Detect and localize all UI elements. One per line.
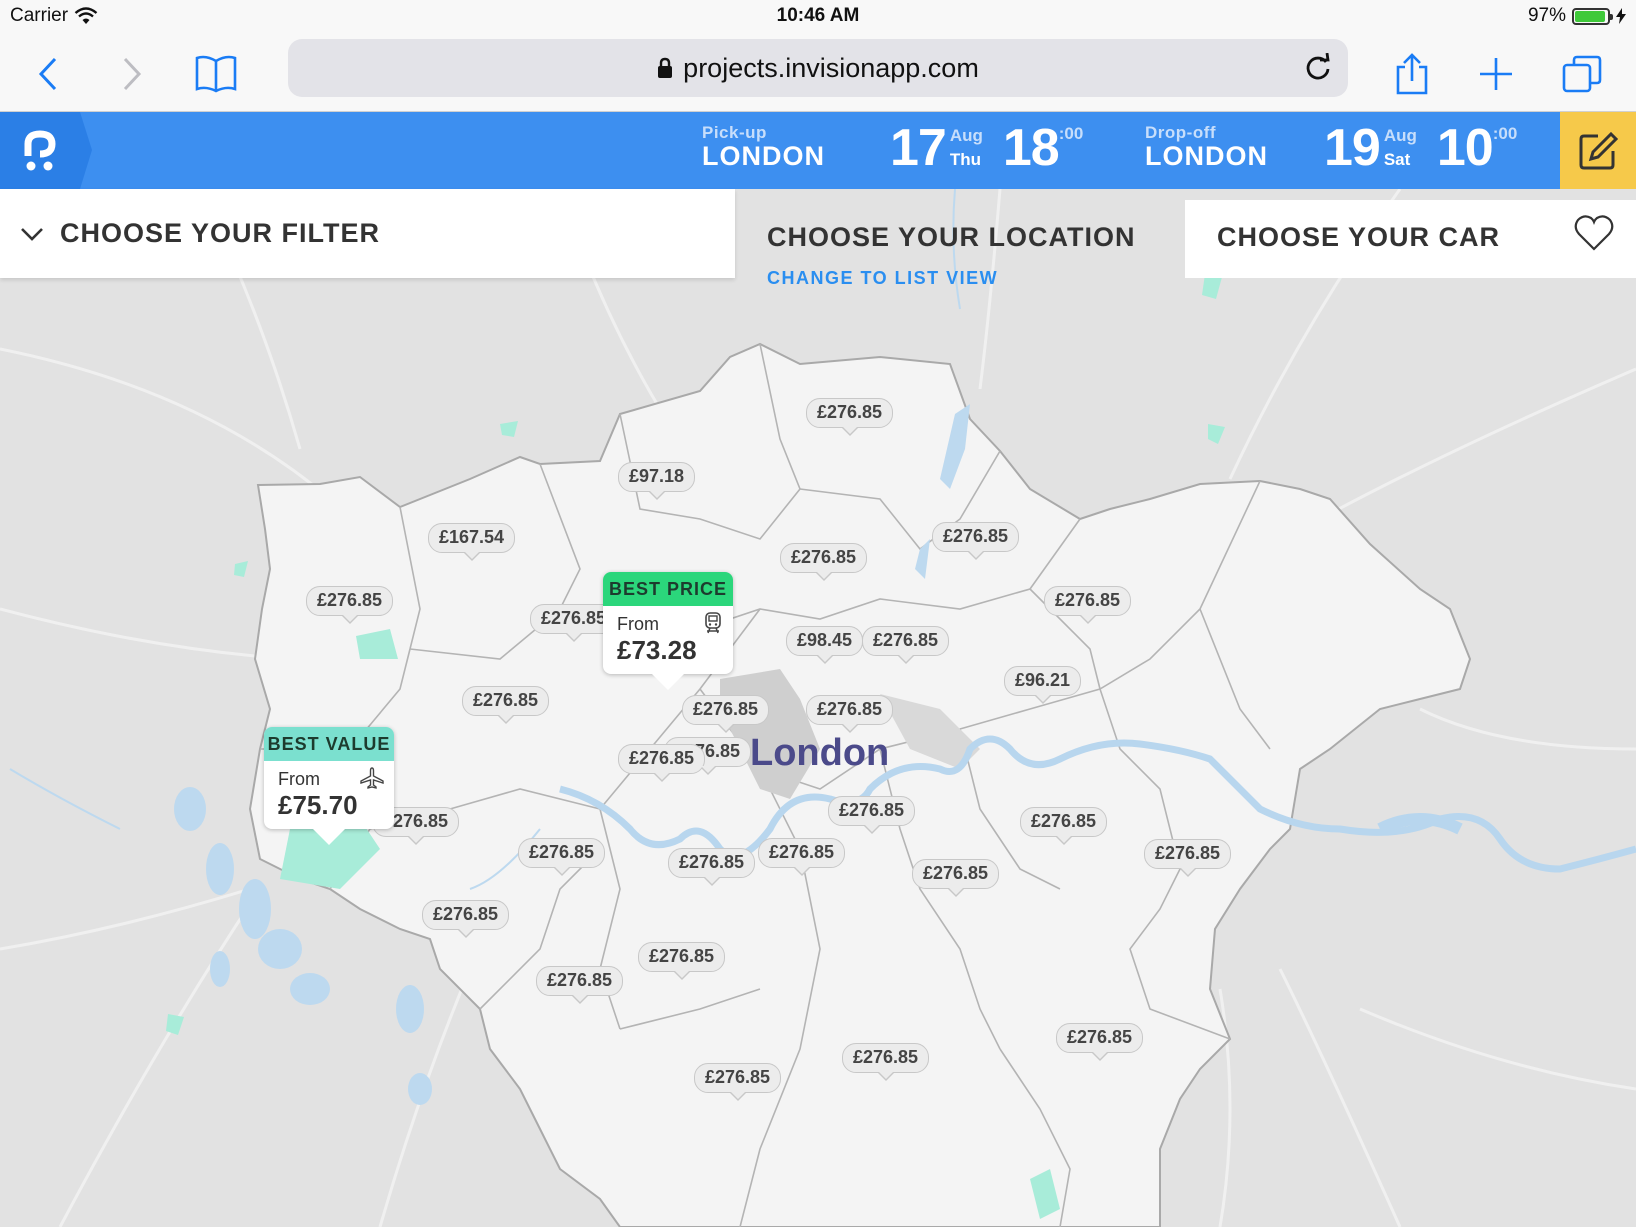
price-pin[interactable]: £276.85 (842, 1043, 930, 1081)
price-pin[interactable]: £276.85 (1144, 839, 1232, 877)
clock: 10:46 AM (776, 5, 860, 26)
step-location: CHOOSE YOUR LOCATION CHANGE TO LIST VIEW (735, 200, 1185, 296)
best-price-value: £73.28 (617, 635, 697, 665)
step-car[interactable]: CHOOSE YOUR CAR (1185, 200, 1636, 278)
battery-icon (1572, 7, 1613, 25)
back-button[interactable] (22, 48, 74, 100)
pickup-minutes: :00 (1058, 124, 1084, 143)
browser-toolbar: projects.invisionapp.com (0, 34, 1636, 112)
battery-percent: 97% (1527, 5, 1566, 26)
dropoff-minutes: :00 (1492, 124, 1518, 143)
edit-icon (1579, 131, 1618, 169)
price-pin[interactable]: £276.85 (912, 859, 1000, 897)
reload-icon[interactable] (1304, 52, 1332, 90)
charging-bolt-icon (1616, 8, 1626, 24)
chevron-down-icon (21, 227, 43, 241)
status-bar: Carrier 10:46 AM 97% (0, 0, 1636, 34)
price-pin[interactable]: £276.85 (694, 1063, 782, 1101)
tabs-button[interactable] (1556, 48, 1608, 100)
pickup-location[interactable]: Pick-up LONDON (702, 123, 825, 171)
step-location-title: CHOOSE YOUR LOCATION (767, 222, 1136, 252)
best-value-value: £75.70 (278, 790, 358, 820)
share-button[interactable] (1386, 48, 1438, 100)
dropoff-day: 19 (1324, 119, 1381, 177)
dropoff-location[interactable]: Drop-off LONDON (1145, 123, 1268, 171)
price-pin[interactable]: £276.85 (682, 695, 770, 733)
price-pin[interactable]: £98.45 (786, 626, 864, 664)
airplane-icon (360, 767, 384, 794)
step-car-title: CHOOSE YOUR CAR (1217, 222, 1501, 252)
tabs-icon (1562, 55, 1602, 93)
forward-button[interactable] (106, 48, 158, 100)
map-city-label: London (750, 732, 890, 774)
bookmarks-button[interactable] (190, 48, 242, 100)
best-value-badge: BEST VALUE (264, 727, 394, 761)
price-pin[interactable]: £276.85 (1056, 1023, 1144, 1061)
dropoff-month: Aug (1383, 126, 1417, 145)
price-pin[interactable]: £97.18 (618, 462, 696, 500)
pickup-city: LONDON (702, 141, 825, 171)
price-pin[interactable]: £276.85 (806, 695, 894, 733)
pickup-datetime[interactable]: 17 Aug Thu 18 :00 (890, 122, 1083, 174)
price-pin[interactable]: £276.85 (518, 838, 606, 876)
dropoff-weekday: Sat (1383, 150, 1411, 169)
price-pin[interactable]: £276.85 (862, 626, 950, 664)
pickup-weekday: Thu (949, 150, 981, 169)
filter-label: CHOOSE YOUR FILTER (60, 218, 381, 248)
best-price-callout[interactable]: BEST PRICE From £73.28 (603, 572, 733, 690)
price-pin[interactable]: £96.21 (1004, 666, 1082, 704)
price-pin[interactable]: £167.54 (428, 523, 516, 561)
pickup-month: Aug (949, 126, 983, 145)
price-pin[interactable]: £276.85 (536, 966, 624, 1004)
pickup-day: 17 (890, 119, 947, 177)
chevron-left-icon (38, 57, 57, 91)
dropoff-label: Drop-off (1145, 123, 1217, 142)
chevron-right-icon (123, 57, 142, 91)
lock-icon (657, 57, 673, 79)
price-pin[interactable]: £276.85 (806, 398, 894, 436)
best-price-badge: BEST PRICE (603, 572, 733, 606)
plus-icon (1480, 58, 1512, 90)
price-pin[interactable]: £276.85 (828, 796, 916, 834)
train-icon (703, 612, 723, 639)
price-pin[interactable]: £276.85 (462, 686, 550, 724)
pickup-hour: 18 (1002, 119, 1060, 177)
price-pin[interactable]: £276.85 (618, 744, 706, 782)
price-pin[interactable]: £276.85 (1044, 586, 1132, 624)
app-logo[interactable] (0, 112, 92, 189)
new-tab-button[interactable] (1470, 48, 1522, 100)
logo-icon (24, 129, 56, 170)
filter-toggle[interactable]: CHOOSE YOUR FILTER (0, 189, 735, 278)
app-header: Pick-up LONDON 17 Aug Thu 18 :00 Drop-of… (0, 112, 1636, 189)
price-pin[interactable]: £276.85 (306, 586, 394, 624)
price-pin[interactable]: £276.85 (638, 942, 726, 980)
best-value-callout[interactable]: BEST VALUE From £75.70 (264, 727, 394, 845)
price-pin[interactable]: £276.85 (780, 543, 868, 581)
address-bar[interactable]: projects.invisionapp.com (288, 39, 1348, 97)
price-pin[interactable]: £276.85 (668, 848, 756, 886)
battery-status: 97% (1528, 5, 1626, 27)
heart-icon[interactable] (1574, 214, 1614, 257)
edit-search-button[interactable] (1560, 112, 1636, 189)
pickup-label: Pick-up (702, 123, 767, 142)
book-icon (195, 55, 237, 93)
map[interactable]: London £276.85 £97.18 £167.54 £276.85 £2… (0, 189, 1636, 1227)
dropoff-hour: 10 (1436, 119, 1494, 177)
list-view-link[interactable]: CHANGE TO LIST VIEW (767, 268, 998, 289)
dropoff-datetime[interactable]: 19 Aug Sat 10 :00 (1324, 122, 1517, 174)
price-pin[interactable]: £276.85 (758, 838, 846, 876)
price-pin[interactable]: £276.85 (1020, 807, 1108, 845)
price-pin[interactable]: £276.85 (422, 900, 510, 938)
share-icon (1396, 53, 1428, 95)
price-pin[interactable]: £276.85 (932, 522, 1020, 560)
url-text: projects.invisionapp.com (683, 52, 979, 83)
dropoff-city: LONDON (1145, 141, 1268, 171)
